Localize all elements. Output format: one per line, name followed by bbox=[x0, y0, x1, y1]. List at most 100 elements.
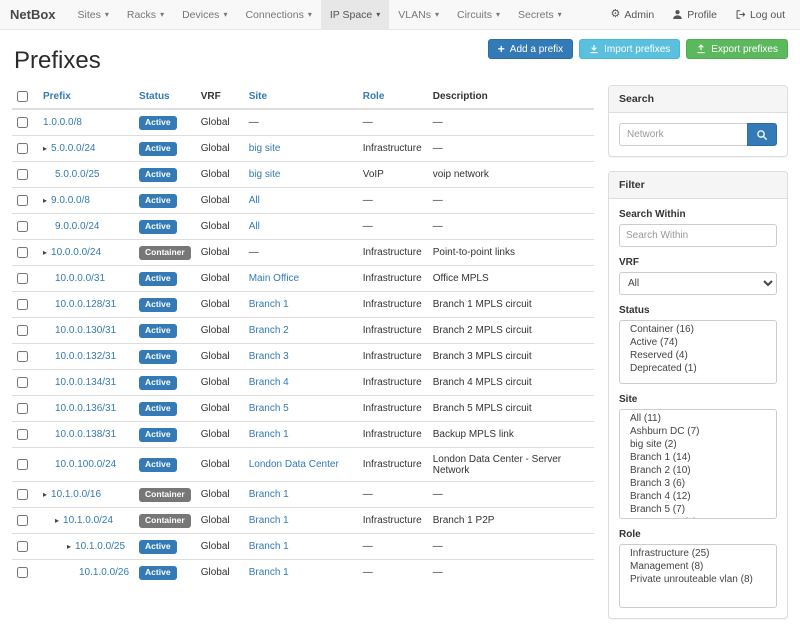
prefix-link[interactable]: 10.0.0.136/31 bbox=[55, 403, 116, 414]
option[interactable]: Management (8) bbox=[624, 560, 772, 573]
site-link[interactable]: Branch 1 bbox=[249, 489, 289, 500]
prefix-link[interactable]: 10.0.100.0/24 bbox=[55, 459, 116, 470]
prefix-link[interactable]: 9.0.0.0/24 bbox=[55, 221, 99, 232]
site-link[interactable]: Branch 1 bbox=[249, 567, 289, 578]
row-checkbox[interactable] bbox=[17, 377, 28, 388]
row-checkbox[interactable] bbox=[17, 459, 28, 470]
site-link[interactable]: Branch 1 bbox=[249, 541, 289, 552]
site-link[interactable]: Branch 2 bbox=[249, 325, 289, 336]
row-checkbox[interactable] bbox=[17, 143, 28, 154]
option[interactable]: Branch 4 (12) bbox=[624, 490, 772, 503]
nav-profile[interactable]: Profile bbox=[663, 0, 726, 29]
prefix-link[interactable]: 5.0.0.0/24 bbox=[51, 143, 95, 154]
option[interactable]: Branch 2 (10) bbox=[624, 464, 772, 477]
nav-item-devices[interactable]: Devices▾ bbox=[173, 0, 236, 29]
site-link[interactable]: All bbox=[249, 221, 260, 232]
prefix-link[interactable]: 10.1.0.0/26 bbox=[79, 567, 129, 578]
site-link[interactable]: Branch 1 bbox=[249, 429, 289, 440]
nav-item-circuits[interactable]: Circuits▾ bbox=[448, 0, 509, 29]
site-link[interactable]: big site bbox=[249, 143, 281, 154]
site-link[interactable]: Branch 1 bbox=[249, 515, 289, 526]
option[interactable]: Deprecated (1) bbox=[624, 362, 772, 375]
expand-icon[interactable]: ▸ bbox=[43, 490, 47, 499]
prefix-link[interactable]: 5.0.0.0/25 bbox=[55, 169, 99, 180]
prefix-link[interactable]: 10.0.0.130/31 bbox=[55, 325, 116, 336]
expand-icon[interactable]: ▸ bbox=[43, 196, 47, 205]
search-button[interactable] bbox=[747, 123, 777, 146]
row-checkbox[interactable] bbox=[17, 247, 28, 258]
row-checkbox[interactable] bbox=[17, 429, 28, 440]
prefix-link[interactable]: 10.1.0.0/25 bbox=[75, 541, 125, 552]
column-sort-status[interactable]: Status bbox=[139, 91, 170, 102]
row-checkbox[interactable] bbox=[17, 567, 28, 578]
site-listbox[interactable]: All (11)Ashburn DC (7)big site (2)Branch… bbox=[619, 409, 777, 519]
row-checkbox[interactable] bbox=[17, 299, 28, 310]
row-checkbox[interactable] bbox=[17, 195, 28, 206]
prefix-link[interactable]: 10.0.0.138/31 bbox=[55, 429, 116, 440]
option[interactable]: All (11) bbox=[624, 412, 772, 425]
prefix-link[interactable]: 9.0.0.0/8 bbox=[51, 195, 90, 206]
site-link[interactable]: Main Office bbox=[249, 273, 299, 284]
prefix-link[interactable]: 10.0.0.0/24 bbox=[51, 247, 101, 258]
option[interactable]: Reserved (4) bbox=[624, 349, 772, 362]
nav-item-secrets[interactable]: Secrets▾ bbox=[509, 0, 571, 29]
prefix-link[interactable]: 10.1.0.0/16 bbox=[51, 489, 101, 500]
option[interactable]: Container (16) bbox=[624, 323, 772, 336]
expand-icon[interactable]: ▸ bbox=[43, 144, 47, 153]
option[interactable]: big site (2) bbox=[624, 438, 772, 451]
option[interactable]: Infrastructure (25) bbox=[624, 547, 772, 560]
row-checkbox[interactable] bbox=[17, 515, 28, 526]
site-link[interactable]: Branch 5 bbox=[249, 403, 289, 414]
option[interactable]: Ashburn DC (7) bbox=[624, 425, 772, 438]
nav-item-ip-space[interactable]: IP Space▾ bbox=[321, 0, 389, 29]
nav-item-connections[interactable]: Connections▾ bbox=[236, 0, 320, 29]
brand[interactable]: NetBox bbox=[0, 0, 69, 29]
expand-icon[interactable]: ▸ bbox=[43, 248, 47, 257]
prefix-link[interactable]: 10.0.0.132/31 bbox=[55, 351, 116, 362]
prefix-link[interactable]: 1.0.0.0/8 bbox=[43, 117, 82, 128]
search-input[interactable] bbox=[619, 123, 747, 146]
row-checkbox[interactable] bbox=[17, 351, 28, 362]
site-link[interactable]: Branch 4 bbox=[249, 377, 289, 388]
nav-item-vlans[interactable]: VLANs▾ bbox=[389, 0, 448, 29]
site-link[interactable]: Branch 3 bbox=[249, 351, 289, 362]
role-listbox[interactable]: Infrastructure (25)Management (8)Private… bbox=[619, 544, 777, 608]
prefix-link[interactable]: 10.1.0.0/24 bbox=[63, 515, 113, 526]
row-checkbox[interactable] bbox=[17, 273, 28, 284]
option[interactable]: Branch 1 (14) bbox=[624, 451, 772, 464]
prefix-link[interactable]: 10.0.0.128/31 bbox=[55, 299, 116, 310]
row-checkbox[interactable] bbox=[17, 221, 28, 232]
site-link[interactable]: All bbox=[249, 195, 260, 206]
site-link[interactable]: Branch 1 bbox=[249, 299, 289, 310]
site-link[interactable]: big site bbox=[249, 169, 281, 180]
option[interactable]: Active (74) bbox=[624, 336, 772, 349]
site-link[interactable]: London Data Center bbox=[249, 459, 339, 470]
nav-log-out[interactable]: Log out bbox=[726, 0, 794, 29]
option[interactable]: Private unrouteable vlan (8) bbox=[624, 573, 772, 586]
expand-icon[interactable]: ▸ bbox=[55, 516, 59, 525]
status-listbox[interactable]: Container (16)Active (74)Reserved (4)Dep… bbox=[619, 320, 777, 384]
option[interactable]: Branch 5 (7) bbox=[624, 503, 772, 516]
import-prefixes-button[interactable]: Import prefixes bbox=[579, 39, 680, 59]
row-checkbox[interactable] bbox=[17, 117, 28, 128]
row-checkbox[interactable] bbox=[17, 541, 28, 552]
nav-item-racks[interactable]: Racks▾ bbox=[118, 0, 173, 29]
column-sort-role[interactable]: Role bbox=[363, 91, 385, 102]
search-within-input[interactable] bbox=[619, 224, 777, 247]
row-checkbox[interactable] bbox=[17, 325, 28, 336]
row-checkbox[interactable] bbox=[17, 403, 28, 414]
nav-admin[interactable]: ⚙Admin bbox=[602, 0, 664, 29]
prefix-link[interactable]: 10.0.0.134/31 bbox=[55, 377, 116, 388]
add-a-prefix-button[interactable]: +Add a prefix bbox=[488, 39, 573, 59]
row-checkbox[interactable] bbox=[17, 489, 28, 500]
vrf-select[interactable]: All bbox=[619, 272, 777, 295]
select-all-checkbox[interactable] bbox=[17, 91, 28, 102]
row-checkbox[interactable] bbox=[17, 169, 28, 180]
column-sort-site[interactable]: Site bbox=[249, 91, 267, 102]
prefix-link[interactable]: 10.0.0.0/31 bbox=[55, 273, 105, 284]
option[interactable]: Branch 3 (6) bbox=[624, 477, 772, 490]
expand-icon[interactable]: ▸ bbox=[67, 542, 71, 551]
export-prefixes-button[interactable]: Export prefixes bbox=[686, 39, 788, 59]
option[interactable]: COLO-1-24 (1) bbox=[624, 516, 772, 519]
column-sort-prefix[interactable]: Prefix bbox=[43, 91, 71, 102]
